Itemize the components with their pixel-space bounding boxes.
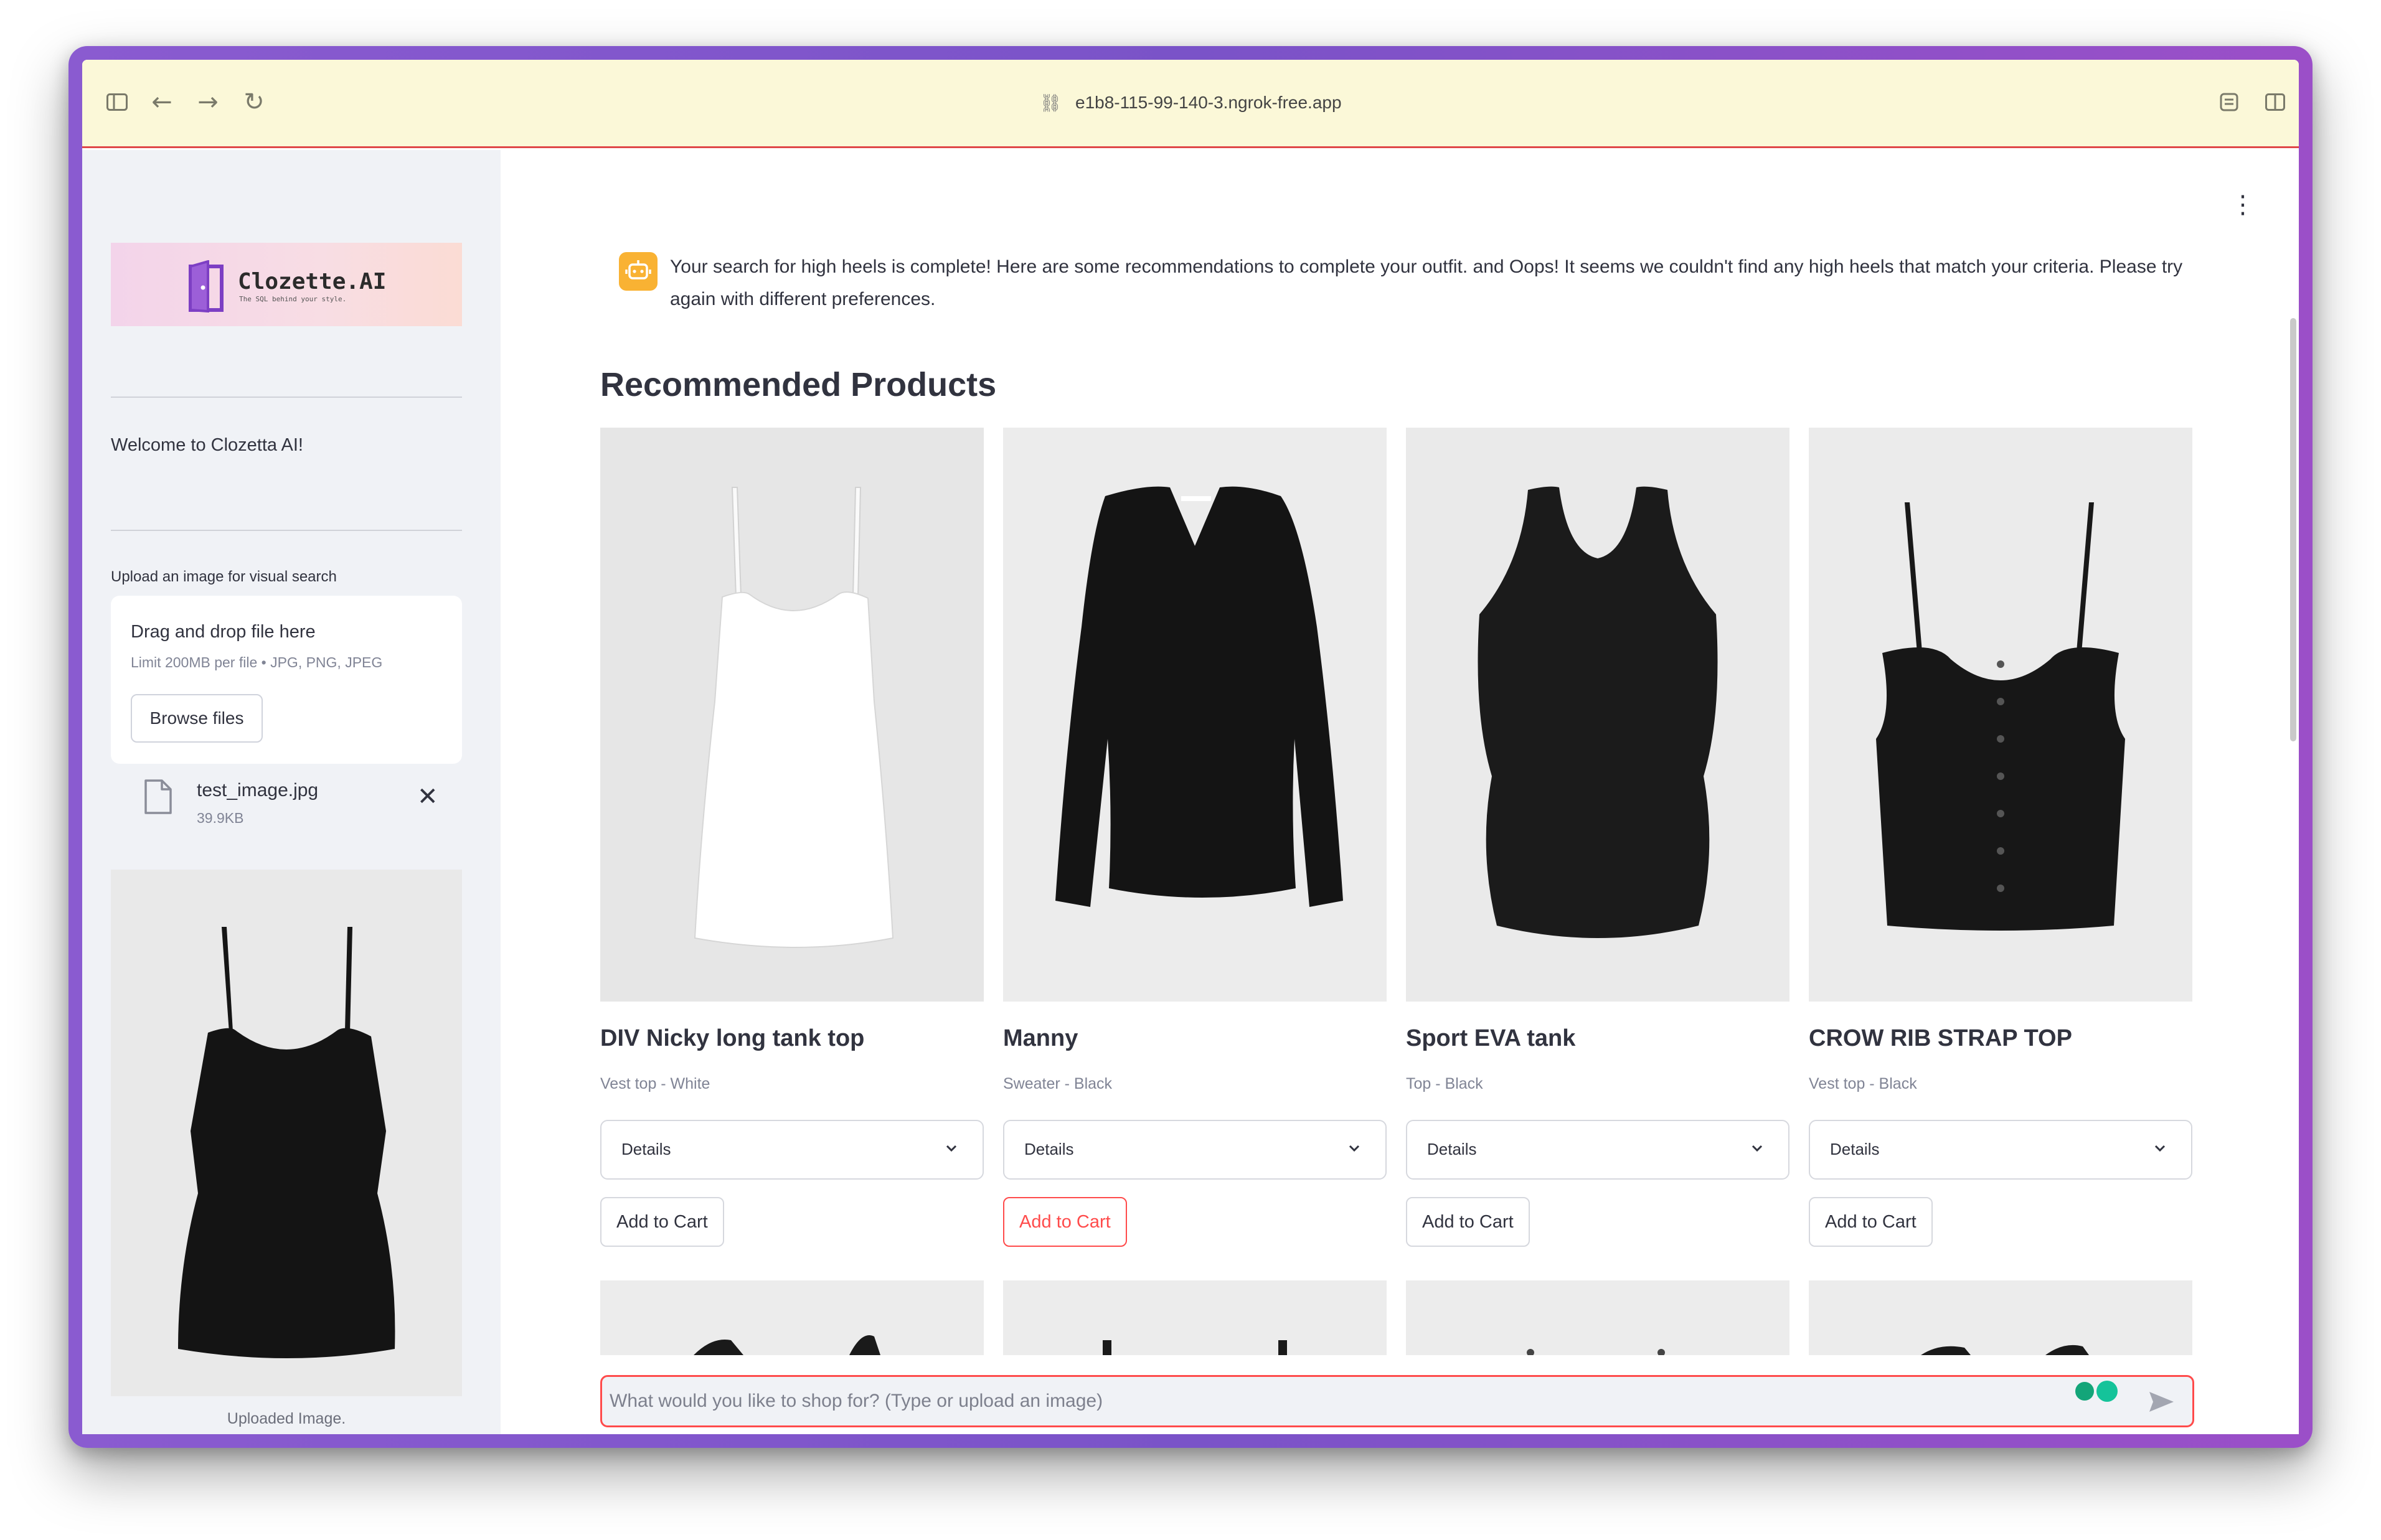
product-image xyxy=(1406,428,1789,1002)
divider xyxy=(111,530,462,531)
product-subtitle: Sweater - Black xyxy=(1003,1075,1113,1092)
chevron-down-icon xyxy=(1752,1145,1763,1152)
add-to-cart-button[interactable]: Add to Cart xyxy=(600,1197,724,1247)
forward-arrow-icon[interactable]: → xyxy=(189,83,227,121)
sidebar: Clozette.AI The SQL behind your style. W… xyxy=(82,150,501,1434)
more-options-icon[interactable]: ⋮ xyxy=(2230,192,2255,217)
product-card: Sport EVA tank Top - Black Details Add t… xyxy=(1406,428,1789,1247)
grammarly-g-icon[interactable] xyxy=(2096,1381,2118,1402)
product-image-partial xyxy=(600,1280,984,1355)
details-label: Details xyxy=(621,1140,671,1158)
product-card: Manny Sweater - Black Details Add to Car… xyxy=(1003,428,1387,1247)
dropzone-limit: Limit 200MB per file • JPG, PNG, JPEG xyxy=(131,654,383,670)
browser-window: ← → ↻ ⛓ e1b8-115-99-140-3.ngrok-free.app xyxy=(68,46,2313,1448)
product-image xyxy=(1003,428,1387,1002)
product-name: DIV Nicky long tank top xyxy=(600,1025,865,1051)
main-content: ⋮ Your search for high heels is complete… xyxy=(501,150,2299,1434)
welcome-text: Welcome to Clozetta AI! xyxy=(111,435,303,455)
logo-tagline: The SQL behind your style. xyxy=(239,295,347,303)
assistant-bot-icon xyxy=(619,252,658,291)
uploaded-file-row: test_image.jpg 39.9KB ✕ xyxy=(111,772,462,835)
section-title: Recommended Products xyxy=(600,366,997,403)
brand-logo: Clozette.AI The SQL behind your style. xyxy=(111,243,462,326)
product-image xyxy=(600,428,984,1002)
file-name: test_image.jpg xyxy=(197,780,319,801)
chevron-down-icon xyxy=(2154,1145,2166,1152)
file-dropzone[interactable]: Drag and drop file here Limit 200MB per … xyxy=(111,596,462,764)
product-subtitle: Top - Black xyxy=(1406,1075,1483,1092)
product-name: CROW RIB STRAP TOP xyxy=(1809,1025,2072,1051)
address-bar[interactable]: ⛓ e1b8-115-99-140-3.ngrok-free.app xyxy=(1039,83,1341,122)
file-icon xyxy=(144,779,172,814)
product-image xyxy=(1809,428,2192,1002)
uploaded-image-caption: Uploaded Image. xyxy=(227,1410,346,1427)
product-name: Manny xyxy=(1003,1025,1078,1051)
browser-toolbar: ← → ↻ ⛓ e1b8-115-99-140-3.ngrok-free.app xyxy=(82,60,2299,148)
reload-icon[interactable]: ↻ xyxy=(235,83,273,121)
reader-icon[interactable] xyxy=(2210,83,2248,121)
product-image-partial xyxy=(1406,1280,1789,1355)
browser-content: ← → ↻ ⛓ e1b8-115-99-140-3.ngrok-free.app xyxy=(82,60,2299,1434)
product-image-partial xyxy=(1809,1280,2192,1355)
divider xyxy=(111,397,462,398)
add-to-cart-button[interactable]: Add to Cart xyxy=(1406,1197,1530,1247)
product-card: DIV Nicky long tank top Vest top - White… xyxy=(600,428,984,1247)
grammarly-assist-icon[interactable] xyxy=(2075,1382,2094,1401)
logo-brand-text: Clozette.AI xyxy=(238,269,387,294)
send-icon[interactable] xyxy=(2148,1389,2175,1414)
product-subtitle: Vest top - White xyxy=(600,1075,710,1092)
add-to-cart-button[interactable]: Add to Cart xyxy=(1809,1197,1933,1247)
details-expander[interactable]: Details xyxy=(1406,1120,1789,1180)
scrollbar-thumb[interactable] xyxy=(2290,318,2296,741)
add-to-cart-button[interactable]: Add to Cart xyxy=(1003,1197,1127,1247)
assistant-message: Your search for high heels is complete! … xyxy=(670,256,2183,309)
chat-input[interactable] xyxy=(610,1383,2079,1419)
product-subtitle: Vest top - Black xyxy=(1809,1075,1917,1092)
back-arrow-icon[interactable]: ← xyxy=(143,83,181,121)
link-icon: ⛓ xyxy=(1039,92,1062,113)
scrollbar[interactable] xyxy=(2286,150,2299,1434)
dropzone-title: Drag and drop file here xyxy=(131,622,316,642)
browse-files-button[interactable]: Browse files xyxy=(131,694,263,743)
product-name: Sport EVA tank xyxy=(1406,1025,1576,1051)
product-card: CROW RIB STRAP TOP Vest top - Black Deta… xyxy=(1809,428,2192,1247)
details-expander[interactable]: Details xyxy=(1809,1120,2192,1180)
product-image-partial xyxy=(1003,1280,1387,1355)
details-label: Details xyxy=(1427,1140,1477,1158)
remove-file-close-icon[interactable]: ✕ xyxy=(417,782,438,811)
details-expander[interactable]: Details xyxy=(600,1120,984,1180)
chevron-down-icon xyxy=(1349,1145,1360,1152)
url-text: e1b8-115-99-140-3.ngrok-free.app xyxy=(1075,93,1342,112)
split-view-icon[interactable] xyxy=(2256,83,2294,121)
file-size: 39.9KB xyxy=(197,810,244,826)
uploaded-image xyxy=(111,870,462,1396)
door-logo-icon xyxy=(189,260,224,312)
chevron-down-icon xyxy=(946,1145,957,1152)
chat-input-bar[interactable] xyxy=(600,1375,2194,1427)
sidebar-toggle-icon[interactable] xyxy=(98,83,136,121)
details-expander[interactable]: Details xyxy=(1003,1120,1387,1180)
details-label: Details xyxy=(1024,1140,1074,1158)
details-label: Details xyxy=(1830,1140,1880,1158)
upload-label: Upload an image for visual search xyxy=(111,568,337,585)
